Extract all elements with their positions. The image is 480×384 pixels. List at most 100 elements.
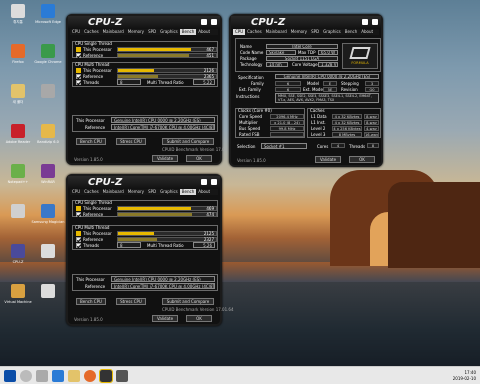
desktop-icon[interactable]: Google Chrome <box>30 44 66 64</box>
search-icon[interactable] <box>20 370 32 382</box>
single-this-value: 467 <box>206 47 214 52</box>
reference-cpu-label: Reference <box>85 284 106 289</box>
ok-button[interactable]: OK <box>186 315 212 322</box>
tab-graphics[interactable]: Graphics <box>321 29 343 35</box>
desktop-icon[interactable]: Samsung Magician <box>30 204 66 224</box>
tab-cpu[interactable]: CPU <box>70 29 82 35</box>
tab-bench[interactable]: Bench <box>179 29 197 35</box>
submit-compare-button[interactable]: Submit and Compare <box>162 298 214 305</box>
tab-cpu[interactable]: CPU <box>233 29 246 35</box>
reference-checkbox[interactable] <box>76 74 81 79</box>
tab-about[interactable]: About <box>359 29 375 35</box>
level-3-size: 8 MBytes <box>332 132 362 137</box>
tab-mainboard[interactable]: Mainboard <box>264 29 289 35</box>
threads-select[interactable]: 8 <box>117 242 141 248</box>
core-speed-label: Core Speed <box>239 114 263 119</box>
threads-select[interactable]: 8 <box>117 79 141 85</box>
stress-cpu-button[interactable]: Stress CPU <box>116 138 146 145</box>
edge-taskbar-icon[interactable] <box>52 370 64 382</box>
bench-cpu-button[interactable]: Bench CPU <box>76 298 106 305</box>
reference-checkbox[interactable] <box>76 212 81 217</box>
desktop-icon[interactable]: WinRAR <box>30 164 66 184</box>
cpuz-bench-window-2[interactable]: CPU-Z CPU Caches Mainboard Memory SPD Gr… <box>66 174 234 326</box>
ok-button[interactable]: OK <box>186 155 212 162</box>
tab-cpu[interactable]: CPU <box>70 189 82 195</box>
title-bar[interactable]: CPU-Z <box>68 176 220 189</box>
desktop-icon-label: Google Chrome <box>34 60 62 64</box>
threads-checkbox[interactable] <box>76 80 81 85</box>
task-view-icon[interactable] <box>36 370 48 382</box>
file-explorer-icon[interactable] <box>68 370 80 382</box>
firefox-taskbar-icon[interactable] <box>84 370 96 382</box>
threads-field: 8 <box>367 143 379 148</box>
cpuz-taskbar-icon[interactable] <box>99 369 113 383</box>
tab-strip: CPU Caches Mainboard Memory SPD Graphics… <box>233 29 379 35</box>
tab-caches[interactable]: Caches <box>82 29 101 35</box>
title-bar[interactable]: CPU-Z <box>68 16 220 29</box>
app-icon <box>41 284 55 298</box>
ok-button[interactable]: OK <box>349 156 375 163</box>
tab-caches[interactable]: Caches <box>245 29 264 35</box>
validate-button[interactable]: Validate <box>315 156 341 163</box>
reference-checkbox[interactable] <box>76 53 81 58</box>
level-2-label: Level 2 <box>311 126 326 131</box>
processor-name-label: This Processor <box>76 277 105 282</box>
reference-cpu-select[interactable]: Intel(R) Core(TM) i7-6700K CPU @ 4.00GHz… <box>111 283 215 289</box>
desktop-icon[interactable] <box>30 84 66 100</box>
title-bar[interactable]: CPU-Z <box>231 16 381 29</box>
desktop-icon[interactable] <box>30 284 66 300</box>
store-icon[interactable] <box>116 370 128 382</box>
tab-mainboard[interactable]: Mainboard <box>101 29 126 35</box>
submit-compare-button[interactable]: Submit and Compare <box>162 138 214 145</box>
cpuz-bench-window-1[interactable]: CPU-Z CPU Caches Mainboard Memory SPD Gr… <box>66 14 234 165</box>
close-icon[interactable] <box>211 19 217 25</box>
minimize-icon[interactable] <box>362 19 368 25</box>
tab-memory[interactable]: Memory <box>289 29 309 35</box>
start-button[interactable] <box>4 370 16 382</box>
stress-cpu-button[interactable]: Stress CPU <box>116 298 146 305</box>
minimize-icon[interactable] <box>201 179 207 185</box>
tab-spd[interactable]: SPD <box>146 189 158 195</box>
tab-bench[interactable]: Bench <box>343 29 359 35</box>
reference-checkbox[interactable] <box>76 237 81 242</box>
tab-bench[interactable]: Bench <box>179 189 197 195</box>
desktop-icon-label: WinRAR <box>41 180 55 184</box>
tab-graphics[interactable]: Graphics <box>158 29 180 35</box>
desktop-icon[interactable] <box>30 244 66 260</box>
threads-checkbox[interactable] <box>76 243 81 248</box>
tab-memory[interactable]: Memory <box>126 189 146 195</box>
app-icon <box>11 284 25 298</box>
close-icon[interactable] <box>372 19 378 25</box>
validate-button[interactable]: Validate <box>152 315 178 322</box>
cpuz-cpu-window[interactable]: CPU-Z CPU Caches Mainboard Memory SPD Gr… <box>229 14 383 167</box>
cpuz-logo: CPU-Z <box>88 177 123 188</box>
desktop-icon[interactable]: Bandizip 6.0 <box>30 124 66 144</box>
tab-spd[interactable]: SPD <box>309 29 321 35</box>
single-this-bar: 467 <box>117 47 217 52</box>
desktop-icon[interactable]: Microsoft Edge <box>30 4 66 24</box>
tab-about[interactable]: About <box>196 29 212 35</box>
this-processor-label: This Processor <box>83 68 112 73</box>
tab-memory[interactable]: Memory <box>126 29 146 35</box>
tab-about[interactable]: About <box>196 189 212 195</box>
app-icon <box>41 4 55 18</box>
tab-spd[interactable]: SPD <box>146 29 158 35</box>
rated-fsb-label: Rated FSB <box>239 132 260 137</box>
socket-select[interactable]: Socket #1 <box>261 143 307 149</box>
minimize-icon[interactable] <box>201 19 207 25</box>
l1-data-label: L1 Data <box>311 114 327 119</box>
multi-this-fill <box>118 69 155 72</box>
desktop-icon-label: CPU-Z <box>12 260 24 264</box>
tab-mainboard[interactable]: Mainboard <box>101 189 126 195</box>
validate-button[interactable]: Validate <box>152 155 178 162</box>
tab-caches[interactable]: Caches <box>82 189 101 195</box>
single-thread-section: CPU Single Thread This Processor 467 Ref… <box>72 41 218 58</box>
bench-cpu-button[interactable]: Bench CPU <box>76 138 106 145</box>
reference-cpu-select[interactable]: Intel(R) Core(TM) i7-6700K CPU @ 4.00GHz… <box>111 124 215 130</box>
stepping-field: 3 <box>365 81 379 86</box>
desktop-icon-label: 새 폴더 <box>12 100 24 104</box>
close-icon[interactable] <box>211 179 217 185</box>
tab-graphics[interactable]: Graphics <box>158 189 180 195</box>
system-clock[interactable]: 17:40 2019-02-10 <box>453 370 476 382</box>
level-2-size: 4 x 256 KBytes <box>332 126 362 131</box>
